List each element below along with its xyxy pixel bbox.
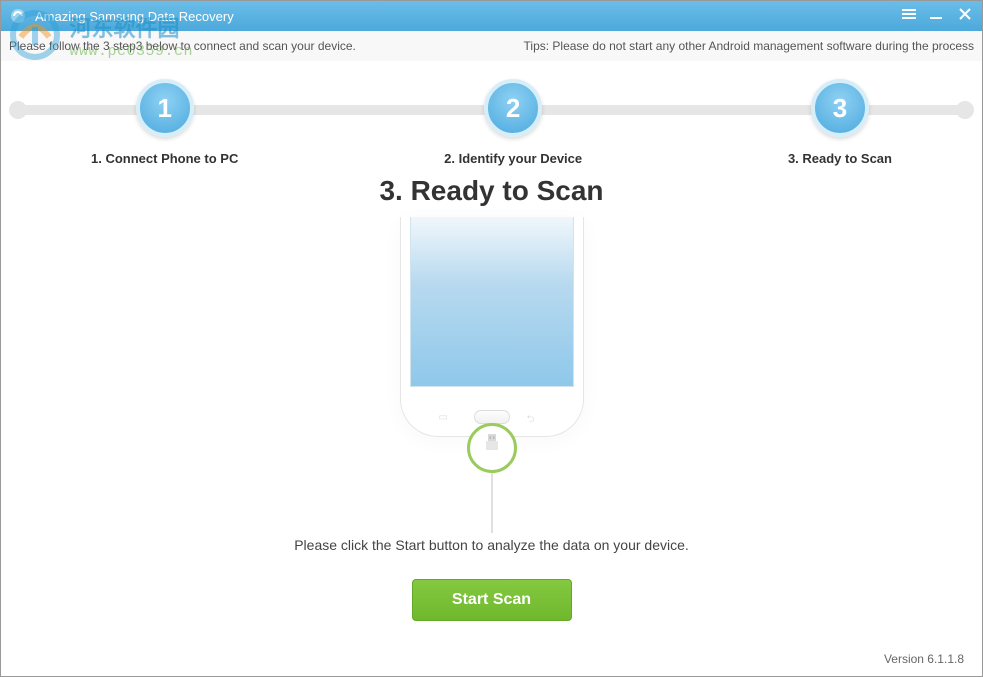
soft-key-right-icon: ⮌ [527,412,545,422]
version-label: Version 6.1.1.8 [884,652,964,666]
instruction-text: Please follow the 3 step3 below to conne… [9,39,356,53]
progress-bar: 1 1. Connect Phone to PC 2 2. Identify y… [1,79,982,169]
app-icon [9,7,27,25]
step-3: 3 3. Ready to Scan [788,79,892,166]
step-3-circle: 3 [811,79,869,137]
home-button-icon [474,410,510,424]
soft-key-left-icon: ▭ [439,412,457,422]
subheader: Please follow the 3 step3 below to conne… [1,31,982,61]
step-2-label: 2. Identify your Device [444,151,582,166]
close-icon[interactable] [956,5,974,23]
menu-icon[interactable] [900,5,918,23]
start-scan-button[interactable]: Start Scan [412,579,572,621]
usb-icon [482,434,502,463]
prompt-text: Please click the Start button to analyze… [1,537,982,553]
usb-cable [491,473,493,533]
window-controls [900,5,974,23]
step-2: 2 2. Identify your Device [444,79,582,166]
titlebar: Amazing Samsung Data Recovery [1,1,982,31]
step-3-label: 3. Ready to Scan [788,151,892,166]
minimize-icon[interactable] [928,5,946,23]
phone-illustration: ▭ ⮌ [392,217,592,537]
step-1-label: 1. Connect Phone to PC [91,151,238,166]
app-title: Amazing Samsung Data Recovery [35,9,234,24]
step-1-circle: 1 [136,79,194,137]
step-1: 1 1. Connect Phone to PC [91,79,238,166]
phone-screen [410,217,574,387]
tips-text: Tips: Please do not start any other Andr… [524,39,974,53]
usb-indicator [467,423,517,473]
page-heading: 3. Ready to Scan [1,175,982,207]
step-2-circle: 2 [484,79,542,137]
